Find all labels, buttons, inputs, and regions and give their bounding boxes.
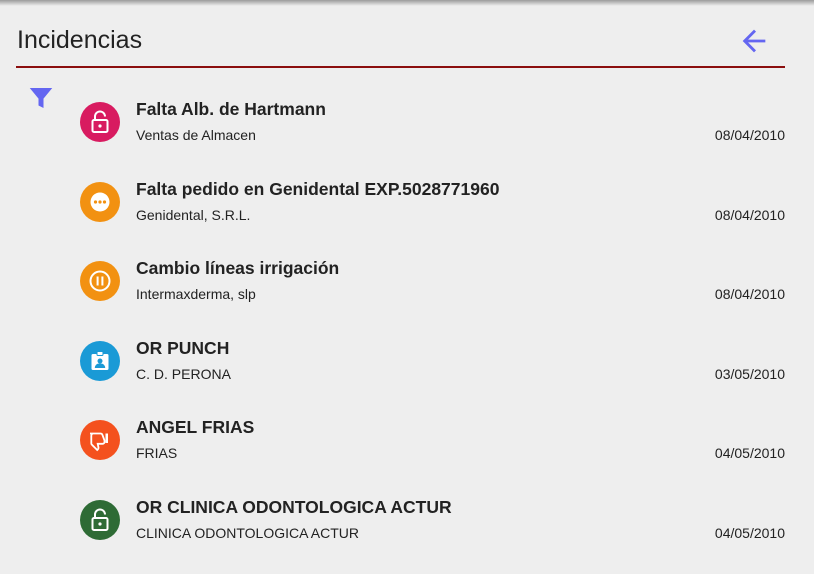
list-item[interactable]: OR PUNCH C. D. PERONA 03/05/2010 — [80, 323, 786, 403]
incident-date: 08/04/2010 — [714, 286, 785, 303]
incident-title: Falta pedido en Genidental EXP.502877196… — [136, 178, 500, 199]
incident-title: OR PUNCH — [136, 337, 230, 358]
incident-title: Cambio líneas irrigación — [136, 258, 340, 279]
incident-subtitle: CLINICA ODONTOLOGICA ACTUR — [136, 524, 360, 541]
filter-button[interactable] — [26, 83, 56, 113]
list-item[interactable]: Falta pedido en Genidental EXP.502877196… — [80, 164, 786, 244]
avatar — [80, 420, 120, 461]
incident-date: 04/05/2010 — [714, 524, 785, 541]
incident-date: 08/04/2010 — [714, 206, 785, 223]
incident-title: ANGEL FRIAS — [136, 417, 255, 438]
back-button[interactable] — [737, 24, 771, 58]
page-header: Incidencias — [16, 14, 785, 68]
pause-circle-icon — [89, 270, 111, 292]
list-item[interactable]: Falta Alb. de Hartmann Ventas de Almacen… — [80, 84, 786, 164]
list-item[interactable]: ANGEL FRIAS FRIAS 04/05/2010 — [80, 402, 786, 482]
avatar — [80, 261, 120, 302]
incident-title: OR CLINICA ODONTOLOGICA ACTUR — [136, 496, 452, 517]
filter-icon — [29, 88, 53, 108]
avatar — [80, 340, 120, 381]
incident-subtitle: Genidental, S.R.L. — [136, 206, 251, 223]
incident-date: 08/04/2010 — [714, 127, 785, 143]
incident-title: Falta Alb. de Hartmann — [136, 99, 326, 119]
thumb-down-icon — [90, 432, 108, 452]
incident-subtitle: FRIAS — [136, 445, 178, 462]
page-title: Incidencias — [17, 26, 143, 54]
more-horizontal-icon — [90, 192, 110, 212]
badge-icon — [91, 350, 109, 370]
lock-open-icon — [91, 110, 109, 133]
arrow-left-icon — [742, 29, 766, 53]
incident-list: Falta Alb. de Hartmann Ventas de Almacen… — [80, 84, 786, 562]
lock-open-icon — [91, 508, 109, 531]
list-item[interactable]: Cambio líneas irrigación Intermaxderma, … — [80, 243, 786, 323]
incident-date: 04/05/2010 — [714, 445, 785, 462]
top-shadow — [0, 0, 814, 6]
incident-subtitle: Ventas de Almacen — [136, 127, 256, 143]
incident-subtitle: C. D. PERONA — [136, 365, 231, 382]
list-item[interactable]: OR CLINICA ODONTOLOGICA ACTUR CLINICA OD… — [80, 482, 786, 562]
incident-date: 03/05/2010 — [714, 365, 785, 382]
avatar — [80, 102, 120, 142]
avatar — [80, 181, 120, 222]
incident-subtitle: Intermaxderma, slp — [136, 286, 256, 303]
avatar — [80, 499, 120, 540]
